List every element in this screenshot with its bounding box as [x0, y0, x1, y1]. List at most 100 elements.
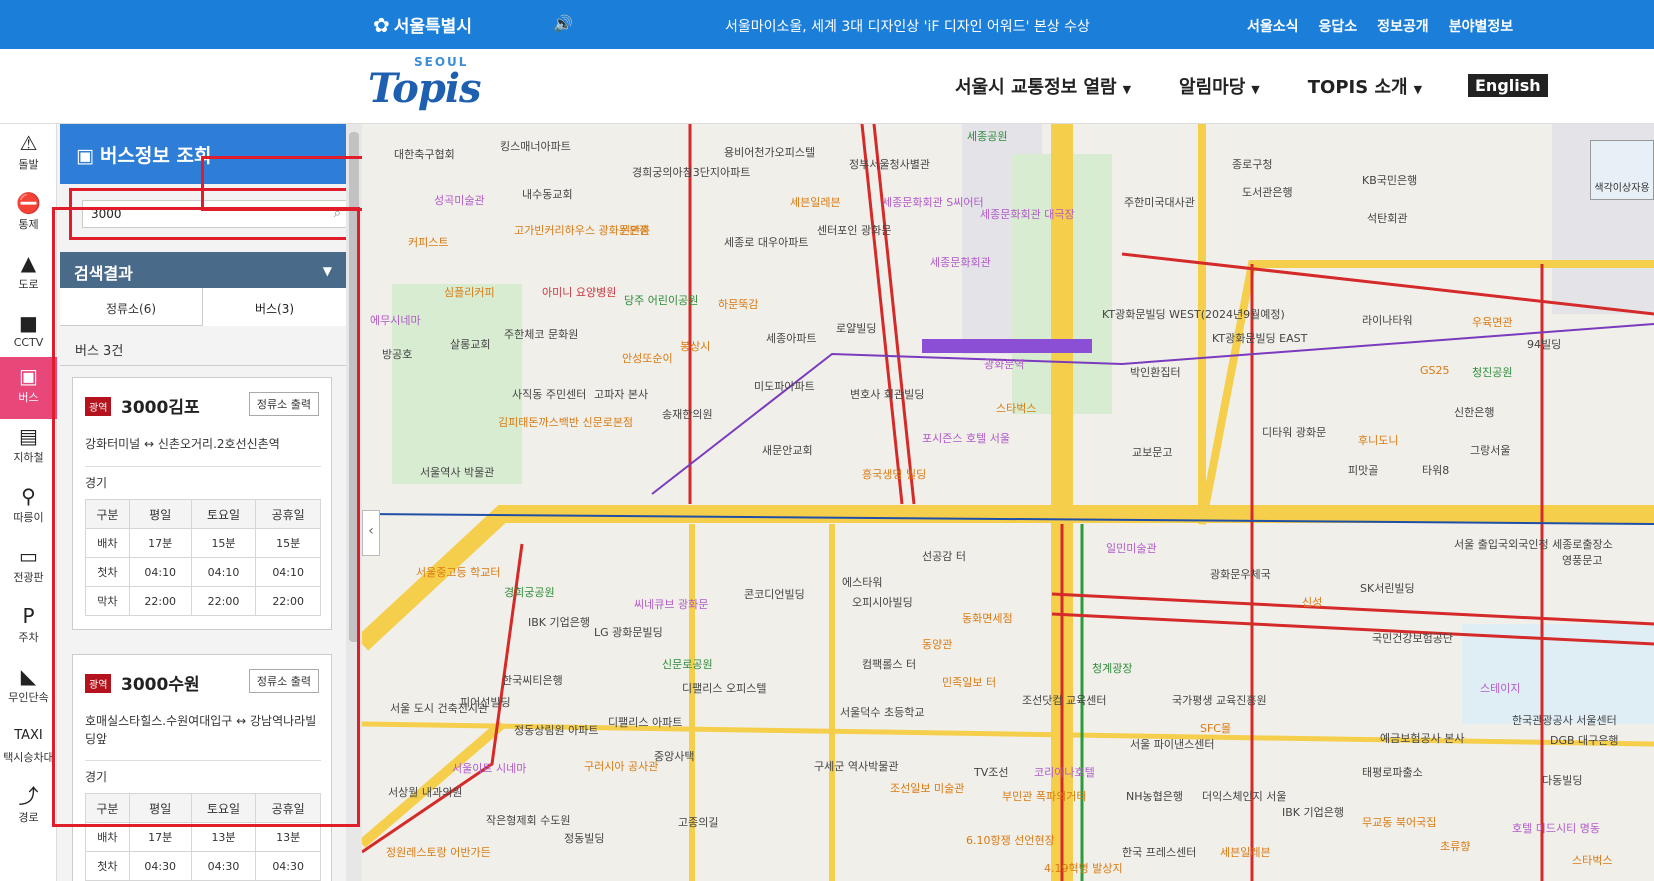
map-label[interactable]: 흥국생명 빌딩 — [862, 466, 926, 482]
map-label[interactable]: 서울 파이낸스센터 — [1130, 736, 1214, 752]
map-label[interactable]: 라이나타워 — [1362, 312, 1413, 328]
map-label[interactable]: 센터포인 광화문 — [817, 222, 891, 238]
map-label[interactable]: 변호사 회관빌딩 — [850, 386, 924, 402]
map-label[interactable]: 디타워 광화문 — [1262, 424, 1326, 440]
map-label[interactable]: 작은형제회 수도원 — [486, 812, 570, 828]
map-label[interactable]: 주한체코 문화원 — [504, 326, 578, 342]
speaker-icon[interactable]: 🔊 — [553, 14, 573, 33]
minimap-button[interactable]: 색각이상자용 — [1590, 140, 1654, 200]
map-label[interactable]: 주한미국대사관 — [1124, 194, 1195, 210]
map-label[interactable]: 한국관광공사 서울센터 — [1512, 712, 1617, 728]
map-label[interactable]: 태평로파출소 — [1362, 764, 1423, 780]
map-label[interactable]: 석탄회관 — [1367, 210, 1407, 226]
map-label[interactable]: 국가평생 교육진흥원 — [1172, 692, 1267, 708]
map-label[interactable]: 킹스매너아파트 — [500, 138, 571, 154]
map-label[interactable]: 고파자 본사 — [594, 386, 648, 402]
map-label[interactable]: 신문로공원 — [662, 656, 713, 672]
map-label[interactable]: 정동상림원 아파트 — [514, 722, 598, 738]
link-response[interactable]: 응답소 — [1319, 16, 1358, 36]
map-label[interactable]: 민족일보 터 — [942, 674, 996, 690]
map-label[interactable]: 94빌딩 — [1527, 336, 1561, 352]
rail-item-road[interactable]: ▲ 도로 — [0, 244, 57, 306]
map-label[interactable]: 신성 — [1302, 594, 1322, 610]
map-label[interactable]: 콘코디언빌딩 — [744, 586, 805, 602]
rail-item-bus[interactable]: ▣ 버스 — [0, 357, 57, 419]
map-label[interactable]: 세종로 대우아파트 — [724, 234, 808, 250]
map-label[interactable]: 세종아파트 — [766, 330, 817, 346]
map-label[interactable]: 새문안교회 — [762, 442, 813, 458]
map-label[interactable]: 종로구청 — [1232, 156, 1272, 172]
rail-item-subway[interactable]: ▤ 지하철 — [0, 417, 57, 479]
map-label[interactable]: 청계광장 — [1092, 660, 1132, 676]
map-label[interactable]: KT광화문빌딩 WEST(2024년9월예정) — [1102, 306, 1285, 322]
rail-item-bike[interactable]: ⚲ 따릉이 — [0, 477, 57, 539]
map-label[interactable]: IBK 기업은행 — [1282, 804, 1344, 820]
collapse-panel-button[interactable]: ‹ — [362, 510, 380, 556]
map-label[interactable]: 6.10항쟁 선언현장 — [966, 832, 1055, 848]
rail-item-parking[interactable]: P 주차 — [0, 597, 57, 659]
map-label[interactable]: 김피태돈까스백반 신문로본점 — [498, 414, 633, 430]
map-label[interactable]: 디팰리스 아파트 — [608, 714, 682, 730]
map-label[interactable]: 컴팩롤스 터 — [862, 656, 916, 672]
map-label[interactable]: 세종문화회관 S씨어터 — [882, 194, 984, 210]
map-label[interactable]: SK서린빌딩 — [1360, 580, 1415, 596]
map-label[interactable]: 호텔 미드시티 명동 — [1512, 820, 1600, 836]
map-label[interactable]: 내수동교회 — [522, 186, 573, 202]
map-label[interactable]: 스타벅스 — [996, 400, 1036, 416]
map-label[interactable]: 씨네큐브 광화문 — [634, 596, 708, 612]
map-label[interactable]: 구세군 역사박물관 — [814, 758, 898, 774]
link-field-info[interactable]: 분야별정보 — [1449, 16, 1513, 36]
map-label[interactable]: 교보문고 — [1132, 444, 1172, 460]
seoul-logo[interactable]: ✿ 서울특별시 — [373, 12, 472, 38]
map-label[interactable]: 정동빌딩 — [564, 830, 604, 846]
map-label[interactable]: 한국씨티은행 — [502, 672, 563, 688]
map-label[interactable]: 세종공원 — [967, 128, 1007, 144]
map-label[interactable]: 광화문우체국 — [1210, 566, 1271, 582]
map-label[interactable]: 용비어천가오피스텔 — [724, 144, 815, 160]
map-label[interactable]: 정부서울청사별관 — [849, 156, 930, 172]
map-label[interactable]: 세븐일레븐 — [1220, 844, 1271, 860]
map-label[interactable]: 무교동 북어국집 — [1362, 814, 1436, 830]
map-label[interactable]: 중앙사택 — [654, 748, 694, 764]
map-label[interactable]: 신한은행 — [1454, 404, 1494, 420]
map-label[interactable]: 디팰리스 오피스텔 — [682, 680, 766, 696]
map-label[interactable]: 초류향 — [1440, 838, 1470, 854]
map-label[interactable]: 박인환집터 — [1130, 364, 1181, 380]
topis-logo[interactable]: SEOUL Topis — [368, 55, 492, 113]
rail-item-incident[interactable]: ⚠ 돌발 — [0, 124, 57, 186]
link-seoul-news[interactable]: 서울소식 — [1247, 16, 1299, 36]
map-label[interactable]: 신안촌 — [620, 222, 650, 238]
map-label[interactable]: 대한축구협회 — [394, 146, 455, 162]
map-label[interactable]: 스테이지 — [1480, 680, 1520, 696]
map-label[interactable]: 피어선빌딩 — [460, 694, 511, 710]
map-label[interactable]: TV조선 — [974, 764, 1008, 780]
rail-item-route[interactable]: ⤴ 경로 — [0, 777, 57, 839]
map-label[interactable]: SFC몰 — [1200, 720, 1231, 736]
map-label[interactable]: 방공호 — [382, 346, 412, 362]
map-label[interactable]: 피맛골 — [1348, 462, 1378, 478]
map-label[interactable]: 서울역사 박물관 — [420, 464, 494, 480]
map-label[interactable]: 광화문역 — [984, 356, 1024, 372]
map-label[interactable]: 송재한의원 — [662, 406, 713, 422]
map-label[interactable]: 사직동 주민센터 — [512, 386, 586, 402]
rail-item-taxi[interactable]: TAXI 택시승차대 — [0, 717, 57, 779]
map-label[interactable]: 일민미술관 — [1106, 540, 1157, 556]
map-label[interactable]: KB국민은행 — [1362, 172, 1417, 188]
map-label[interactable]: KT광화문빌딩 EAST — [1212, 330, 1307, 346]
rail-item-display[interactable]: ▭ 전광판 — [0, 537, 57, 599]
map-label[interactable]: 서울덕수 초등학교 — [840, 704, 924, 720]
map-label[interactable]: 4.19혁명 발상지 — [1044, 860, 1123, 876]
map-label[interactable]: 미도파아파트 — [754, 378, 815, 394]
map-label[interactable]: 고종의길 — [678, 814, 718, 830]
map-label[interactable]: 정원레스토랑 어반가든 — [386, 844, 491, 860]
map-label[interactable]: 당주 어린이공원 — [624, 292, 698, 308]
map-label[interactable]: 코리아나호텔 — [1034, 764, 1095, 780]
map-label[interactable]: 로얄빌딩 — [836, 320, 876, 336]
map-label[interactable]: 서울 출입국외국인청 세종로출장소 — [1454, 536, 1613, 552]
map-label[interactable]: 살롱교회 — [450, 336, 490, 352]
map-label[interactable]: 구러시아 공사관 — [584, 758, 658, 774]
map-label[interactable]: 도서관은행 — [1242, 184, 1293, 200]
map-label[interactable]: 서상월 내과의원 — [388, 784, 462, 800]
link-info-open[interactable]: 정보공개 — [1377, 16, 1429, 36]
map-label[interactable]: 아미니 요양병원 — [542, 284, 616, 300]
